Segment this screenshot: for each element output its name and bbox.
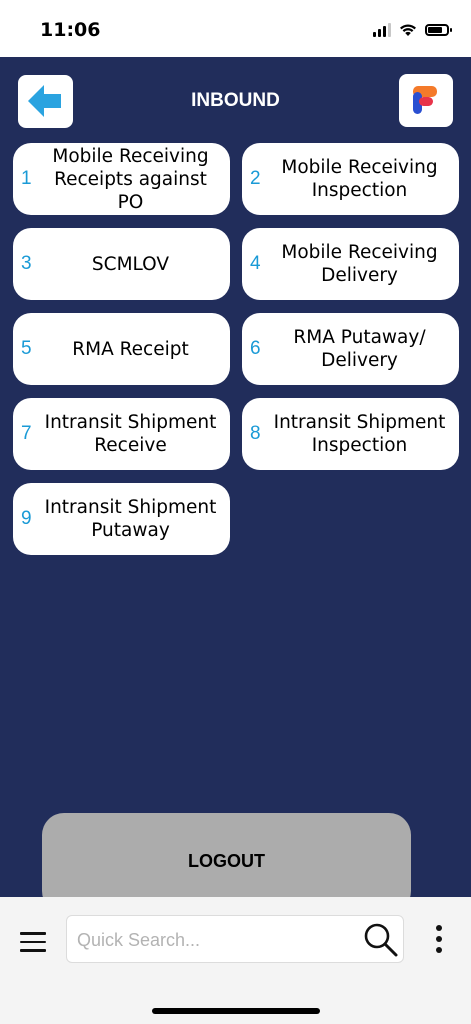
- menu-item-number: 3: [21, 253, 32, 274]
- menu-item-label: RMA Putaway/ Delivery: [293, 327, 426, 371]
- bottom-toolbar: [0, 897, 471, 1024]
- more-vertical-icon[interactable]: [436, 925, 444, 957]
- menu-item-number: 4: [250, 253, 261, 274]
- status-bar: 11:06: [0, 0, 471, 57]
- menu-item-number: 7: [21, 423, 32, 444]
- menu-item-label: Mobile Receiving Inspection: [281, 157, 438, 201]
- menu-item-1[interactable]: 1 Mobile Receiving Receipts against PO: [13, 143, 230, 215]
- menu-item-label: Mobile Receiving Delivery: [281, 242, 438, 286]
- brand-logo-button[interactable]: [399, 74, 453, 127]
- menu-item-label: Intransit Shipment Putaway: [44, 497, 217, 541]
- menu-item-3[interactable]: 3 SCMLOV: [13, 228, 230, 300]
- menu-item-4[interactable]: 4 Mobile Receiving Delivery: [242, 228, 459, 300]
- logout-label: LOGOUT: [188, 851, 265, 871]
- menu-item-label: SCMLOV: [91, 253, 170, 275]
- menu-item-9[interactable]: 9 Intransit Shipment Putaway: [13, 483, 230, 555]
- menu-item-number: 9: [21, 508, 32, 529]
- menu-item-number: 5: [21, 338, 32, 359]
- search-icon[interactable]: [363, 922, 399, 958]
- status-icons: [373, 20, 452, 40]
- wifi-icon: [400, 24, 416, 36]
- menu-item-label: Mobile Receiving Receipts against PO: [52, 145, 209, 213]
- menu-item-label: RMA Receipt: [72, 338, 189, 360]
- search-input[interactable]: [75, 916, 359, 964]
- signal-icon: [373, 23, 391, 37]
- menu-item-label: Intransit Shipment Inspection: [273, 412, 446, 456]
- menu-item-number: 8: [250, 423, 261, 444]
- menu-item-number: 2: [250, 168, 261, 189]
- quick-search-box[interactable]: [66, 915, 404, 964]
- menu-item-6[interactable]: 6 RMA Putaway/ Delivery: [242, 313, 459, 385]
- home-indicator: [152, 1008, 320, 1014]
- menu-item-7[interactable]: 7 Intransit Shipment Receive: [13, 398, 230, 470]
- menu-item-number: 6: [250, 338, 261, 359]
- menu-item-number: 1: [21, 168, 32, 189]
- status-time: 11:06: [40, 19, 101, 41]
- menu-item-5[interactable]: 5 RMA Receipt: [13, 313, 230, 385]
- brand-logo-icon: [413, 86, 437, 114]
- menu-icon[interactable]: [20, 932, 46, 952]
- menu-item-2[interactable]: 2 Mobile Receiving Inspection: [242, 143, 459, 215]
- menu-item-8[interactable]: 8 Intransit Shipment Inspection: [242, 398, 459, 470]
- menu-item-label: Intransit Shipment Receive: [44, 412, 217, 456]
- battery-icon: [425, 24, 452, 36]
- main-panel: INBOUND 1 Mobile Receiving Receipts agai…: [0, 57, 471, 913]
